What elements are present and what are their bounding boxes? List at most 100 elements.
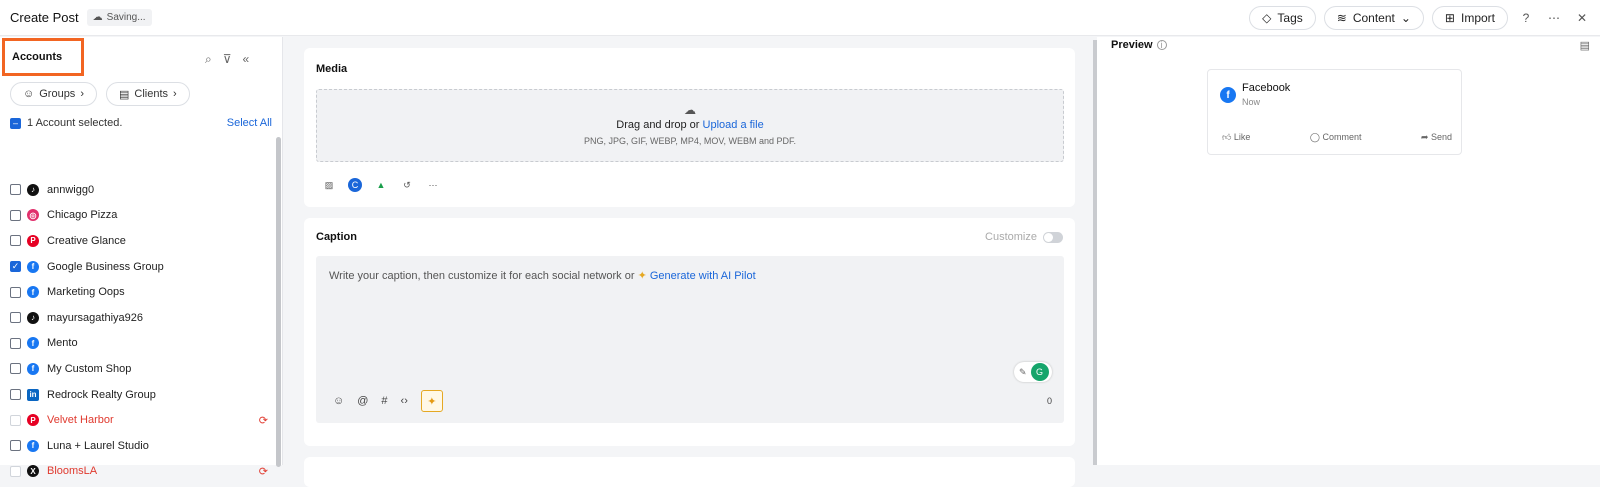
import-icon: ⊞ (1444, 11, 1455, 25)
upload-file-link[interactable]: Upload a file (703, 119, 764, 131)
import-button[interactable]: ⊞ Import (1431, 6, 1508, 30)
clients-button[interactable]: ▤ Clients › (105, 82, 190, 106)
import-button-label: Import (1460, 11, 1495, 25)
filter-icon[interactable]: ⊽ (223, 52, 232, 67)
emoji-icon[interactable]: ☺ (333, 395, 344, 407)
account-item[interactable]: X BloomsLA ⟳ (10, 459, 270, 485)
customize-toggle[interactable]: Customize (985, 231, 1063, 243)
account-checkbox[interactable] (10, 209, 21, 221)
account-checkbox[interactable]: ✓ (10, 261, 21, 273)
mention-icon[interactable]: @ (357, 395, 368, 407)
content-button-label: Content (1352, 11, 1395, 25)
account-item[interactable]: in Redrock Realty Group (10, 382, 270, 408)
pinterest-icon: P (27, 414, 39, 427)
chevron-right-icon: › (80, 88, 84, 100)
account-checkbox[interactable] (10, 286, 21, 298)
more-media-icon[interactable]: ⋯ (426, 178, 440, 192)
close-icon[interactable]: ✕ (1572, 8, 1592, 28)
comment-icon: ◯ (1309, 132, 1320, 142)
account-checkbox[interactable] (10, 235, 21, 247)
account-item[interactable]: ✓ f Google Business Group (10, 254, 270, 280)
filter-row: ☺ Groups › ▤ Clients › (10, 82, 190, 106)
caption-input[interactable]: Write your caption, then customize it fo… (316, 256, 1064, 423)
code-icon[interactable]: ‹› (401, 395, 408, 407)
send-icon: ➦ (1420, 132, 1429, 142)
account-item[interactable]: P Velvet Harbor ⟳ (10, 407, 270, 433)
reconnect-icon[interactable]: ⟳ (259, 414, 268, 427)
account-name: BloomsLA (47, 465, 98, 478)
comment-action: ◯ Comment (1310, 132, 1362, 143)
comment-label: Comment (1322, 132, 1362, 142)
account-item[interactable]: f Marketing Oops (10, 279, 270, 305)
scrollbar[interactable] (276, 137, 281, 467)
canva-icon[interactable]: C (348, 178, 362, 192)
help-icon[interactable]: ? (1516, 8, 1536, 28)
cloud-upload-icon: ☁ (684, 103, 696, 117)
media-card: Media ☁ Drag and drop or Upload a file P… (304, 48, 1075, 207)
chevron-down-icon: ⌄ (1400, 11, 1411, 25)
tags-button-label: Tags (1277, 11, 1303, 25)
account-checkbox[interactable] (10, 440, 21, 452)
tags-button[interactable]: ◇ Tags (1249, 6, 1316, 30)
account-item[interactable]: f Luna + Laurel Studio (10, 433, 270, 459)
like-label: Like (1233, 132, 1251, 142)
clients-icon: ▤ (118, 88, 130, 101)
account-checkbox[interactable] (10, 389, 21, 401)
toggle-switch[interactable] (1043, 231, 1063, 243)
instagram-icon: ◎ (27, 209, 39, 222)
account-checkbox[interactable] (10, 465, 21, 477)
content-button[interactable]: ≋ Content ⌄ (1323, 6, 1424, 30)
saving-status-label: Saving... (106, 12, 146, 23)
groups-button[interactable]: ☺ Groups › (10, 82, 97, 106)
select-all-checkbox[interactable]: – (10, 117, 21, 129)
selection-row: – 1 Account selected. Select All (10, 117, 272, 129)
top-actions: ◇ Tags ≋ Content ⌄ ⊞ Import ? ⋯ ✕ (1249, 6, 1592, 30)
preview-actions: 👍︎ Like ◯ Comment ➦ Send (1222, 132, 1452, 143)
accounts-sidebar: Accounts ⌕ ⊽ « ☺ Groups › ▤ Clients › – … (0, 37, 283, 478)
account-checkbox[interactable] (10, 363, 21, 375)
collapse-icon[interactable]: « (243, 52, 250, 67)
tiktok-icon: ♪ (27, 311, 39, 324)
caption-tools: ☺ @ # ‹› ✦ (333, 390, 443, 412)
account-name: Chicago Pizza (47, 209, 118, 222)
history-icon[interactable]: ↺ (400, 178, 414, 192)
account-list: ♪ annwigg0 ◎ Chicago Pizza P Creative Glance ✓… (10, 177, 270, 484)
account-item[interactable]: f Mento (10, 331, 270, 357)
image-icon[interactable]: ▨ (322, 178, 336, 192)
info-icon[interactable]: i (1156, 40, 1167, 50)
facebook-icon: f (27, 286, 39, 299)
account-item[interactable]: f My Custom Shop (10, 356, 270, 382)
send-label: Send (1430, 132, 1452, 142)
generate-ai-link[interactable]: Generate with AI Pilot (650, 270, 756, 282)
account-item[interactable]: ♪ mayursagathiya926 (10, 305, 270, 331)
media-dropzone[interactable]: ☁ Drag and drop or Upload a file PNG, JP… (316, 89, 1064, 162)
saving-status: ☁ Saving... (86, 9, 152, 26)
account-name: Luna + Laurel Studio (47, 439, 149, 452)
account-checkbox[interactable] (10, 184, 21, 196)
search-icon[interactable]: ⌕ (205, 52, 212, 67)
google-drive-icon[interactable]: ▲ (374, 178, 388, 192)
account-name: Marketing Oops (47, 286, 125, 299)
account-checkbox[interactable] (10, 312, 21, 324)
drop-text: Drag and drop or (616, 119, 700, 131)
account-item[interactable]: P Creative Glance (10, 228, 270, 254)
more-icon[interactable]: ⋯ (1544, 8, 1564, 28)
caption-title: Caption (316, 231, 357, 243)
account-item[interactable]: ◎ Chicago Pizza (10, 203, 270, 229)
ai-pilot-button[interactable]: ✦ (420, 390, 443, 412)
sparkle-icon: ✦ (637, 270, 647, 282)
preview-menu-icon[interactable]: ▤ (1580, 39, 1590, 52)
account-checkbox[interactable] (10, 337, 21, 349)
pen-icon: ✎ (1019, 366, 1027, 377)
facebook-icon: f (27, 260, 39, 273)
grammar-widget[interactable]: ✎ G (1014, 362, 1052, 382)
account-checkbox[interactable] (10, 414, 21, 426)
account-item[interactable]: ♪ annwigg0 (10, 177, 270, 203)
caption-card: Caption Customize Write your caption, th… (304, 218, 1075, 446)
hashtag-icon[interactable]: # (381, 395, 387, 407)
pinterest-icon: P (27, 234, 39, 247)
select-all-link[interactable]: Select All (227, 117, 272, 129)
supported-formats: PNG, JPG, GIF, WEBP, MP4, MOV, WEBM and … (583, 136, 797, 146)
linkedin-icon: in (27, 388, 39, 401)
reconnect-icon[interactable]: ⟳ (259, 465, 268, 478)
